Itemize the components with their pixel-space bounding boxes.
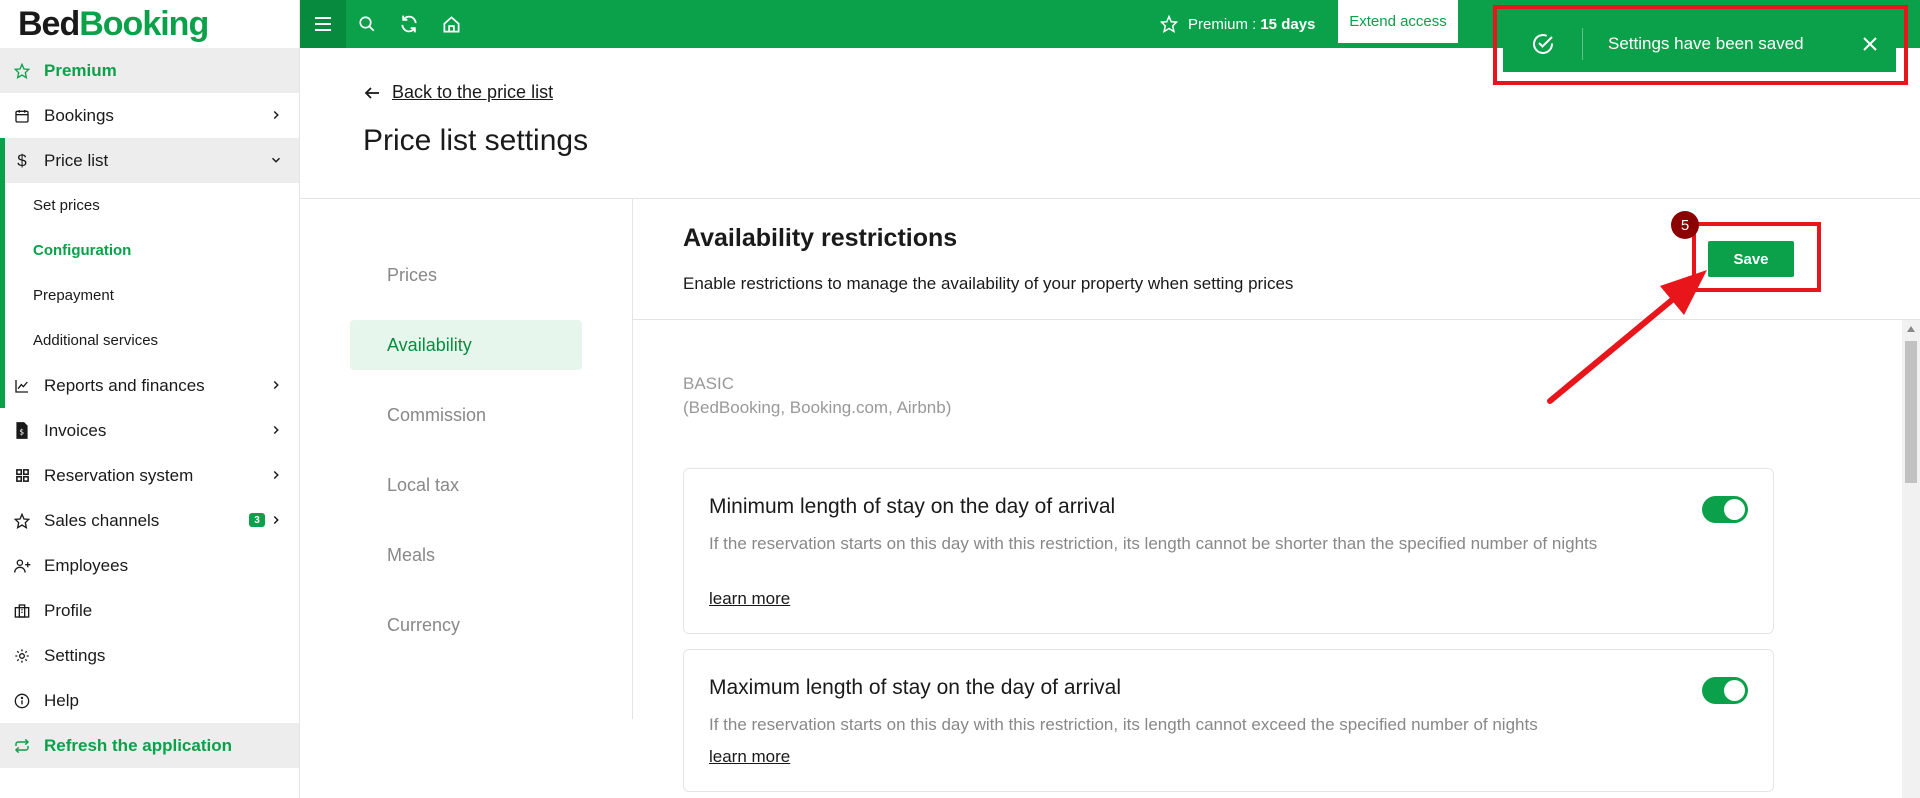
toggle-knob (1724, 499, 1745, 520)
logo-text-booking: Booking (79, 4, 209, 43)
info-icon (12, 691, 32, 711)
restriction-card-max-stay: Maximum length of stay on the day of arr… (683, 649, 1774, 792)
sales-channels-badge: 3 (249, 513, 265, 527)
premium-status[interactable]: Premium : 15 days (1160, 0, 1315, 48)
sidebar-item-label: Price list (44, 150, 109, 170)
sidebar-item-label: Settings (44, 645, 106, 665)
sidebar-item-sales-channels[interactable]: Sales channels 3 (0, 498, 299, 543)
star-icon (1160, 15, 1178, 33)
sidebar-item-label: Reservation system (44, 465, 194, 485)
dollar-icon: $ (17, 150, 27, 170)
sidebar-item-label: Bookings (44, 105, 114, 125)
toggle-knob (1724, 680, 1745, 701)
sync-arrows-icon (12, 736, 32, 756)
sidebar-subitem-additional-services[interactable]: Additional services (0, 318, 299, 363)
tab-commission[interactable]: Commission (350, 390, 582, 440)
success-toast: Settings have been saved (1503, 16, 1896, 72)
page-title: Price list settings (363, 124, 589, 157)
sidebar-item-label: Reports and finances (44, 375, 205, 395)
sidebar-subitem-set-prices[interactable]: Set prices (0, 183, 299, 228)
sidebar-item-label: Refresh the application (44, 735, 232, 755)
step-number-badge: 5 (1671, 211, 1699, 239)
sidebar-item-label: Employees (44, 555, 129, 575)
close-icon[interactable] (1844, 16, 1896, 72)
sidebar-item-label: Help (44, 690, 79, 710)
section-title: Availability restrictions (683, 224, 958, 252)
back-link-label: Back to the price list (392, 82, 554, 102)
learn-more-link[interactable]: learn more (709, 747, 790, 767)
settings-tabs: Prices Availability Commission Local tax… (300, 199, 633, 719)
toggle-switch[interactable] (1702, 677, 1748, 704)
bedbooking-logo[interactable]: Bed Booking (0, 0, 299, 48)
chevron-right-icon (273, 110, 279, 120)
refresh-icon[interactable] (388, 0, 430, 48)
tab-availability[interactable]: Availability (350, 320, 582, 370)
toast-message: Settings have been saved (1608, 34, 1804, 53)
sidebar-item-reservation-system[interactable]: Reservation system (0, 453, 299, 498)
search-icon[interactable] (346, 0, 388, 48)
calendar-icon (12, 106, 32, 126)
sidebar-item-label: Profile (44, 600, 93, 620)
sidebar: Bed Booking Premium Bookings $ Price list… (0, 0, 300, 798)
sidebar-item-label: Invoices (44, 420, 107, 440)
group-label-title: BASIC (683, 374, 735, 393)
sidebar-item-refresh-application[interactable]: Refresh the application (0, 723, 299, 768)
card-description: If the reservation starts on this day wi… (709, 715, 1538, 734)
tab-prices[interactable]: Prices (350, 250, 582, 300)
sidebar-item-label: Sales channels (44, 510, 160, 530)
toggle-switch[interactable] (1702, 496, 1748, 523)
sidebar-item-invoices[interactable]: $ Invoices (0, 408, 299, 453)
sidebar-item-settings[interactable]: Settings (0, 633, 299, 678)
chevron-right-icon (273, 425, 279, 435)
home-icon[interactable] (430, 0, 472, 48)
card-title: Minimum length of stay on the day of arr… (709, 495, 1116, 518)
group-label: BASIC (BedBooking, Booking.com, Airbnb) (683, 372, 951, 420)
learn-more-link[interactable]: learn more (709, 589, 790, 609)
logo-text-bed: Bed (18, 4, 80, 43)
sidebar-subitem-prepayment[interactable]: Prepayment (0, 273, 299, 318)
premium-days: 15 days (1260, 15, 1316, 33)
svg-text:$: $ (19, 428, 24, 437)
sidebar-item-bookings[interactable]: Bookings (0, 93, 299, 138)
sidebar-item-reports[interactable]: Reports and finances (0, 363, 299, 408)
building-icon (12, 601, 32, 621)
sidebar-item-employees[interactable]: Employees (0, 543, 299, 588)
star-icon (12, 61, 32, 81)
tab-meals[interactable]: Meals (350, 530, 582, 580)
arrow-left-icon (364, 86, 379, 99)
sidebar-subitem-configuration[interactable]: Configuration (0, 228, 299, 273)
check-circle-icon (1503, 28, 1583, 60)
chevron-right-icon (273, 380, 279, 390)
chevron-right-icon (273, 515, 279, 525)
sidebar-item-profile[interactable]: Profile (0, 588, 299, 633)
chevron-down-icon (271, 157, 281, 163)
sidebar-item-help[interactable]: Help (0, 678, 299, 723)
scroll-thumb[interactable] (1905, 341, 1917, 483)
scroll-up-arrow-icon[interactable] (1902, 320, 1920, 338)
extend-access-button[interactable]: Extend access (1338, 0, 1458, 43)
back-to-price-list-link[interactable]: Back to the price list (364, 82, 553, 103)
section-description: Enable restrictions to manage the availa… (683, 274, 1294, 293)
user-plus-icon (12, 556, 32, 576)
chevron-right-icon (273, 470, 279, 480)
scrollbar[interactable] (1902, 320, 1920, 798)
group-label-channels: (BedBooking, Booking.com, Airbnb) (683, 398, 952, 417)
card-description: If the reservation starts on this day wi… (709, 534, 1598, 553)
sidebar-item-premium[interactable]: Premium (0, 48, 299, 93)
premium-label: Premium : (1188, 15, 1257, 33)
save-button[interactable]: Save (1708, 241, 1794, 277)
chart-line-icon (12, 376, 32, 396)
restriction-card-min-stay: Minimum length of stay on the day of arr… (683, 468, 1774, 634)
sidebar-item-label: Premium (44, 60, 117, 80)
tab-local-tax[interactable]: Local tax (350, 460, 582, 510)
card-title: Maximum length of stay on the day of arr… (709, 676, 1122, 699)
grid-icon (12, 466, 32, 486)
star-icon (12, 511, 32, 531)
menu-icon[interactable] (300, 0, 346, 48)
tab-currency[interactable]: Currency (350, 600, 582, 650)
sidebar-item-price-list[interactable]: $ Price list (0, 138, 299, 408)
gear-icon (12, 646, 32, 666)
invoice-icon: $ (12, 421, 32, 441)
